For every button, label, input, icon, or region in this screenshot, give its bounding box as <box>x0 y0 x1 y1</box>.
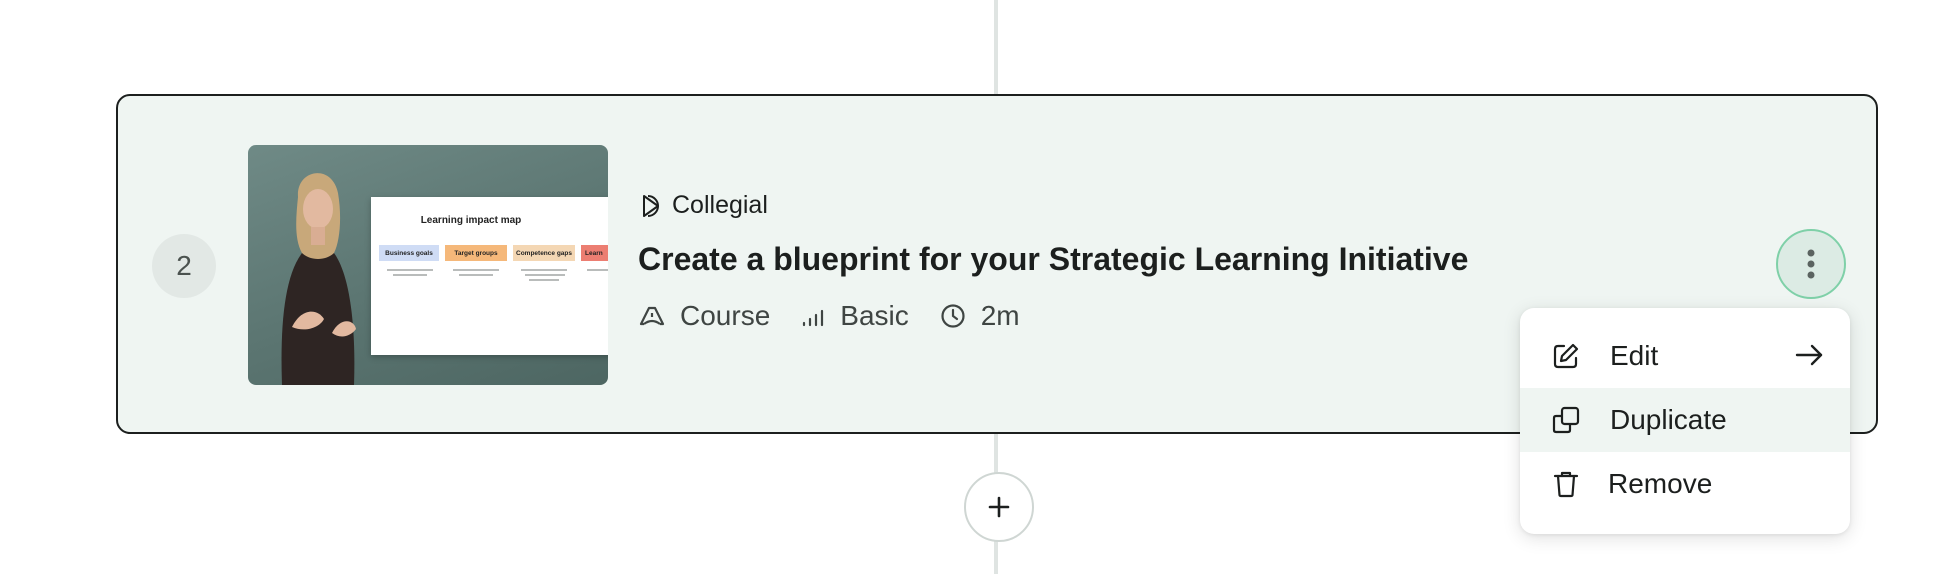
slide-text-line <box>587 269 608 271</box>
arrow-right-icon <box>1794 340 1824 377</box>
course-type-icon <box>639 306 665 326</box>
course-duration-label: 2m <box>980 300 1020 331</box>
meta-type: Course <box>638 300 770 332</box>
course-level-label: Basic <box>840 300 909 331</box>
learning-path-canvas: 2 Learning impact map Business goals Tar… <box>0 0 1942 574</box>
clock-icon <box>941 304 965 328</box>
presenter-image <box>281 173 356 385</box>
slide-text-line <box>453 269 499 271</box>
kebab-menu-icon <box>1807 249 1815 279</box>
menu-item-edit[interactable]: Edit <box>1520 324 1850 388</box>
options-dropdown-menu: Edit Duplicate Remove <box>1520 308 1850 534</box>
meta-duration: 2m <box>939 300 1020 332</box>
course-thumbnail: Learning impact map Business goals Targe… <box>248 145 608 385</box>
trash-icon <box>1550 468 1582 500</box>
slide-text-line <box>459 274 493 276</box>
duplicate-icon <box>1550 404 1582 436</box>
menu-item-remove-label: Remove <box>1608 468 1713 499</box>
slide-text-line <box>387 269 433 271</box>
slide-text-line <box>393 274 427 276</box>
slide-column-competence-gaps: Competence gaps <box>513 245 575 261</box>
course-title[interactable]: Create a blueprint for your Strategic Le… <box>638 241 1468 278</box>
slide-preview: Learning impact map Business goals Targe… <box>371 197 608 355</box>
slide-column-business-goals: Business goals <box>379 245 439 261</box>
more-options-button[interactable] <box>1776 229 1846 299</box>
slide-title: Learning impact map <box>420 215 522 226</box>
provider-name: Collegial <box>672 191 768 219</box>
menu-item-duplicate-label: Duplicate <box>1610 404 1727 435</box>
slide-column-target-groups: Target groups <box>445 245 507 261</box>
menu-item-duplicate[interactable]: Duplicate <box>1520 388 1850 452</box>
slide-text-line <box>525 274 565 276</box>
slide-text-line <box>529 279 559 281</box>
menu-item-remove[interactable]: Remove <box>1520 452 1850 516</box>
step-number-badge: 2 <box>152 234 216 298</box>
add-step-button[interactable] <box>964 472 1034 542</box>
slide-column-learn: Learn <box>581 245 608 261</box>
collegial-logo-icon <box>643 194 659 217</box>
menu-item-edit-label: Edit <box>1610 340 1659 371</box>
connector-line-top <box>994 0 998 96</box>
meta-level: Basic <box>800 300 909 332</box>
course-meta: Course Basic 2m <box>638 300 1050 332</box>
signal-bars-icon <box>803 309 824 327</box>
pencil-icon <box>1550 340 1582 372</box>
slide-text-line <box>521 269 567 271</box>
plus-icon <box>988 496 1010 518</box>
provider-label: Collegial <box>638 191 768 220</box>
course-type-label: Course <box>680 300 771 331</box>
